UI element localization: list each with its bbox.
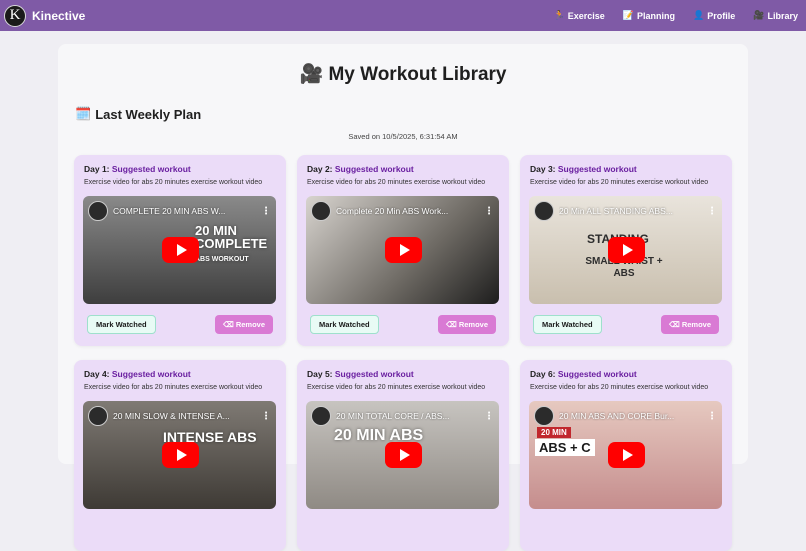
channel-avatar[interactable] [311, 406, 331, 426]
card-title: Day 4: Suggested workout [84, 369, 191, 379]
workout-card: Day 1: Suggested workout Exercise video … [74, 155, 286, 346]
play-button-icon[interactable] [384, 442, 422, 468]
card-description: Exercise video for abs 20 minutes exerci… [307, 179, 486, 186]
nav-item-label: Planning [637, 10, 676, 21]
mark-watched-button[interactable]: Mark Watched [87, 315, 156, 334]
card-title: Day 2: Suggested workout [307, 164, 414, 174]
video-header: 20 MIN SLOW & INTENSE A... ⋮ [88, 406, 271, 426]
video-title[interactable]: Complete 20 Min ABS Work... [336, 206, 479, 216]
brand-name: Kinective [32, 8, 86, 23]
video-title[interactable]: COMPLETE 20 MIN ABS W... [113, 206, 256, 216]
page-title: 🎥 My Workout Library [299, 64, 507, 85]
nav-item-library[interactable]: 🎥 Library [753, 10, 798, 21]
person-icon: 🏃 [553, 10, 565, 20]
suggested-workout-link[interactable]: Suggested workout [112, 369, 191, 379]
suggested-workout-link[interactable]: Suggested workout [558, 164, 637, 174]
video-title[interactable]: 20 MIN SLOW & INTENSE A... [113, 411, 256, 421]
library-container: 🎥 My Workout Library 🗓️ Last Weekly Plan… [58, 44, 748, 551]
card-description: Exercise video for abs 20 minutes exerci… [84, 384, 263, 391]
suggested-workout-link[interactable]: Suggested workout [335, 164, 414, 174]
more-options-icon[interactable]: ⋮ [261, 411, 271, 422]
suggested-workout-link[interactable]: Suggested workout [335, 369, 414, 379]
memo-icon: 📝 [622, 10, 635, 20]
remove-button[interactable]: ⌫ Remove [215, 315, 273, 334]
play-button-icon[interactable] [161, 442, 199, 468]
play-button-icon[interactable] [384, 237, 422, 263]
video-header: Complete 20 Min ABS Work... ⋮ [311, 201, 494, 221]
nav-menu: 🏃 Exercise 📝 Planning 👤 Profile 🎥 Librar… [554, 10, 798, 21]
workout-card: Day 2: Suggested workout Exercise video … [297, 155, 509, 346]
card-description: Exercise video for abs 20 minutes exerci… [530, 179, 709, 186]
more-options-icon[interactable]: ⋮ [707, 411, 717, 422]
channel-avatar[interactable] [88, 406, 108, 426]
navbar: K Kinective 🏃 Exercise 📝 Planning 👤 Prof… [0, 0, 806, 31]
more-options-icon[interactable]: ⋮ [261, 206, 271, 217]
thumbnail-text: ABS WORKOUT [195, 256, 249, 263]
thumbnail-text: 20 MIN COMPLETE [195, 223, 268, 251]
suggested-workout-link[interactable]: Suggested workout [112, 164, 191, 174]
card-description: Exercise video for abs 20 minutes exerci… [307, 384, 486, 391]
mark-watched-button[interactable]: Mark Watched [310, 315, 379, 334]
thumbnail-text: ABS + C [535, 439, 595, 456]
video-header: COMPLETE 20 MIN ABS W... ⋮ [88, 201, 271, 221]
video-camera-icon: 🎥 [299, 64, 324, 85]
more-options-icon[interactable]: ⋮ [484, 411, 494, 422]
video-embed[interactable]: 20 MIN ABS AND CORE Bur... ⋮ 20 MIN ABS … [529, 401, 722, 509]
calendar-icon: 🗓️ [75, 106, 92, 121]
card-description: Exercise video for abs 20 minutes exerci… [84, 179, 263, 186]
play-button-icon[interactable] [161, 237, 199, 263]
video-header: 20 MIN ABS AND CORE Bur... ⋮ [534, 406, 717, 426]
channel-avatar[interactable] [88, 201, 108, 221]
video-title[interactable]: 20 Min ALL STANDING ABS... [559, 206, 702, 216]
workout-grid: Day 1: Suggested workout Exercise video … [74, 155, 732, 551]
video-title[interactable]: 20 MIN TOTAL CORE / ABS... [336, 411, 479, 421]
video-embed[interactable]: 20 Min ALL STANDING ABS... ⋮ STANDING SM… [529, 196, 722, 304]
nav-item-profile[interactable]: 👤 Profile [693, 10, 735, 21]
card-title: Day 6: Suggested workout [530, 369, 637, 379]
nav-item-exercise[interactable]: 🏃 Exercise [554, 10, 605, 21]
kinective-logo: K [4, 4, 26, 27]
video-title[interactable]: 20 MIN ABS AND CORE Bur... [559, 411, 702, 421]
video-header: 20 MIN TOTAL CORE / ABS... ⋮ [311, 406, 494, 426]
channel-avatar[interactable] [534, 201, 554, 221]
video-camera-icon: 🎥 [753, 10, 765, 20]
mark-watched-button[interactable]: Mark Watched [533, 315, 602, 334]
workout-card: Day 4: Suggested workout Exercise video … [74, 360, 286, 551]
nav-item-label: Library [767, 10, 798, 21]
video-header: 20 Min ALL STANDING ABS... ⋮ [534, 201, 717, 221]
saved-timestamp: Saved on 10/5/2025, 6:31:54 AM [348, 132, 458, 141]
card-title: Day 3: Suggested workout [530, 164, 637, 174]
card-title: Day 1: Suggested workout [84, 164, 191, 174]
workout-card: Day 5: Suggested workout Exercise video … [297, 360, 509, 551]
thumbnail-text: 20 MIN [537, 427, 571, 438]
card-title: Day 5: Suggested workout [307, 369, 414, 379]
video-embed[interactable]: Complete 20 Min ABS Work... ⋮ [306, 196, 499, 304]
more-options-icon[interactable]: ⋮ [484, 206, 494, 217]
channel-avatar[interactable] [311, 201, 331, 221]
remove-button[interactable]: ⌫ Remove [438, 315, 496, 334]
nav-item-planning[interactable]: 📝 Planning [623, 10, 675, 21]
video-embed[interactable]: 20 MIN TOTAL CORE / ABS... ⋮ 20 MIN ABS [306, 401, 499, 509]
card-description: Exercise video for abs 20 minutes exerci… [530, 384, 709, 391]
nav-item-label: Profile [707, 10, 736, 21]
remove-button[interactable]: ⌫ Remove [661, 315, 719, 334]
play-button-icon[interactable] [607, 442, 645, 468]
brand[interactable]: K Kinective [4, 4, 86, 27]
play-button-icon[interactable] [607, 237, 645, 263]
more-options-icon[interactable]: ⋮ [707, 206, 717, 217]
channel-avatar[interactable] [534, 406, 554, 426]
workout-card: Day 3: Suggested workout Exercise video … [520, 155, 732, 346]
person-icon: 👤 [693, 10, 705, 20]
video-embed[interactable]: COMPLETE 20 MIN ABS W... ⋮ 20 MIN COMPLE… [83, 196, 276, 304]
nav-item-label: Exercise [567, 10, 605, 21]
video-embed[interactable]: 20 MIN SLOW & INTENSE A... ⋮ INTENSE ABS [83, 401, 276, 509]
section-title: 🗓️ Last Weekly Plan [75, 106, 202, 122]
workout-card: Day 6: Suggested workout Exercise video … [520, 360, 732, 551]
suggested-workout-link[interactable]: Suggested workout [558, 369, 637, 379]
